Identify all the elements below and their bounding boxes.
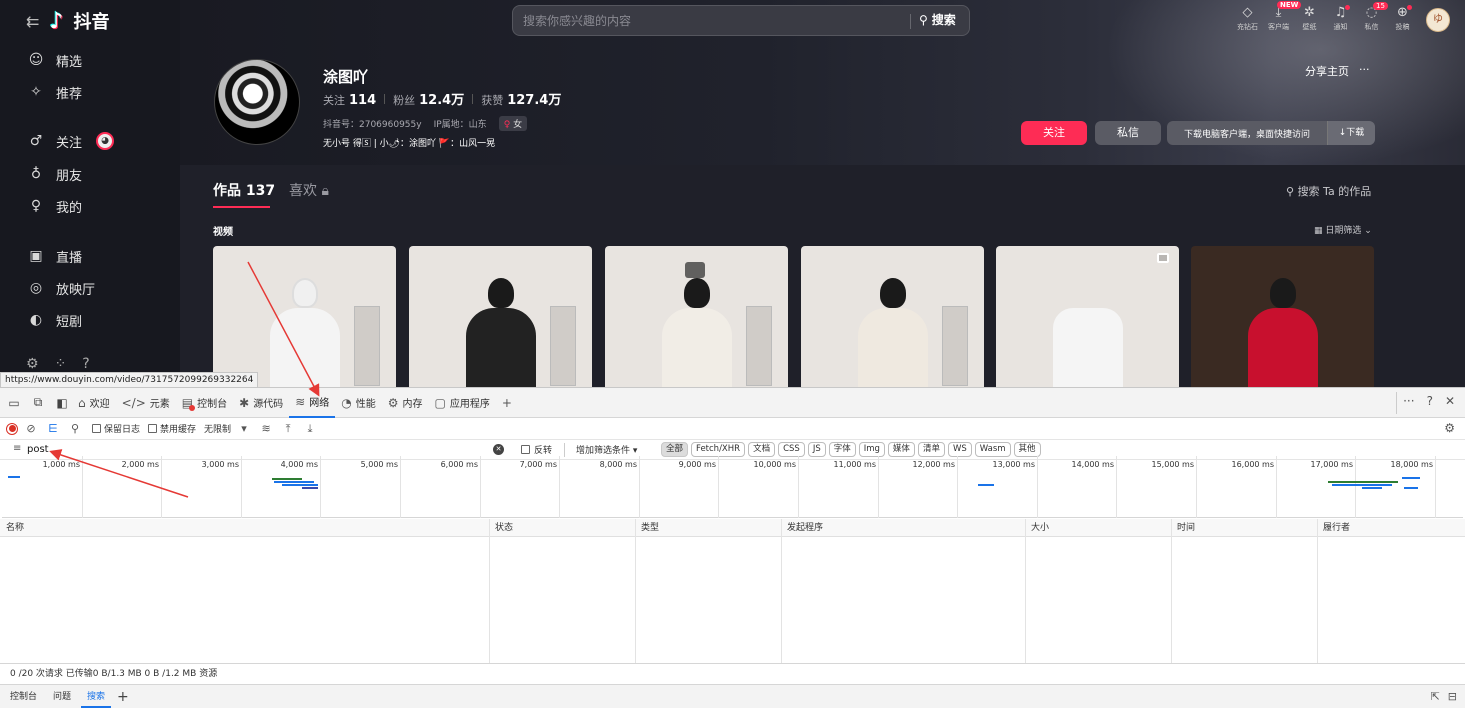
arrow-to-network-tab [247, 261, 320, 397]
annotation-arrows [49, 261, 320, 498]
arrow-to-filter-input [49, 449, 189, 498]
